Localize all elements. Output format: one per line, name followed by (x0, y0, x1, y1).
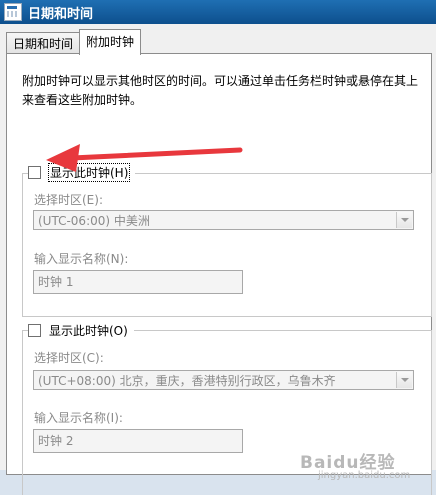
clock2-timezone-label: 选择时区(C): (34, 351, 104, 365)
watermark-url: jingyan.baidu.com (318, 470, 411, 481)
clock2-name-label: 输入显示名称(I): (34, 411, 123, 425)
clock2-checkbox[interactable] (28, 324, 41, 337)
clock2-show-row[interactable]: 显示此时钟(O) (28, 322, 134, 339)
chevron-down-icon[interactable] (396, 212, 412, 228)
tab-date-time[interactable]: 日期和时间 (6, 32, 81, 55)
title-bar: 日期和时间 (0, 0, 436, 24)
tab-additional-clocks[interactable]: 附加时钟 (79, 29, 142, 55)
clock1-checkbox[interactable] (28, 166, 41, 179)
clock1-name-field[interactable]: 时钟 1 (33, 270, 243, 294)
tab-strip: 日期和时间 附加时钟 (6, 29, 142, 55)
chevron-down-icon[interactable] (396, 372, 412, 388)
clock2-checkbox-label[interactable]: 显示此时钟(O) (49, 322, 128, 339)
calendar-clock-icon (4, 3, 22, 21)
dialog-body: 日期和时间 附加时钟 附加时钟可以显示其他时区的时间。可以通过单击任务栏时钟或悬… (0, 24, 436, 495)
description-text: 附加时钟可以显示其他时区的时间。可以通过单击任务栏时钟或悬停在其上来查看这些附加… (22, 74, 419, 107)
window-title: 日期和时间 (28, 6, 94, 22)
clock2-timezone-select[interactable]: (UTC+08:00) 北京，重庆，香港特别行政区，乌鲁木齐 (33, 370, 414, 390)
clock2-timezone-value: (UTC+08:00) 北京，重庆，香港特别行政区，乌鲁木齐 (38, 374, 336, 388)
clock1-name-label: 输入显示名称(N): (34, 252, 129, 266)
clock1-checkbox-label[interactable]: 显示此时钟(H) (47, 163, 131, 182)
clock1-timezone-value: (UTC-06:00) 中美洲 (38, 214, 150, 228)
clock2-name-field[interactable]: 时钟 2 (33, 429, 243, 453)
clock1-timezone-select[interactable]: (UTC-06:00) 中美洲 (33, 210, 414, 230)
clock1-show-row[interactable]: 显示此时钟(H) (28, 163, 136, 182)
clock1-timezone-label: 选择时区(E): (34, 193, 103, 207)
